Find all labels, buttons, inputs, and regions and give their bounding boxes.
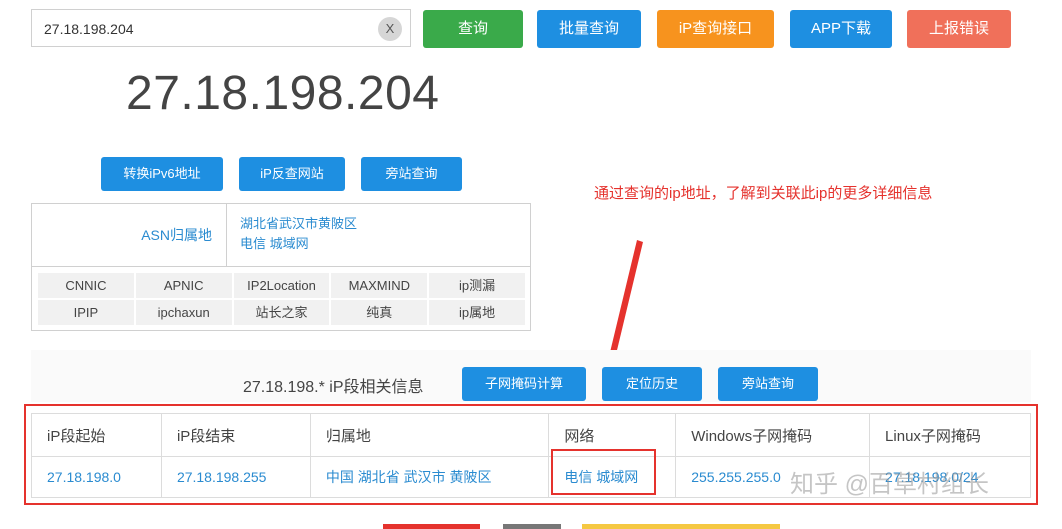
bottom-strip-red bbox=[383, 524, 480, 529]
bottom-strip-gray bbox=[503, 524, 561, 529]
location-history-button[interactable]: 定位历史 bbox=[602, 367, 702, 401]
subnet-calc-button[interactable]: 子网掩码计算 bbox=[462, 367, 586, 401]
watermark: 知乎 @百草村组长 bbox=[790, 471, 990, 498]
segment-title: 27.18.198.* iP段相关信息 bbox=[243, 379, 424, 396]
network-highlight-frame bbox=[551, 449, 656, 495]
bottom-strip-yellow bbox=[582, 524, 780, 529]
segment-side-site-button[interactable]: 旁站查询 bbox=[718, 367, 818, 401]
